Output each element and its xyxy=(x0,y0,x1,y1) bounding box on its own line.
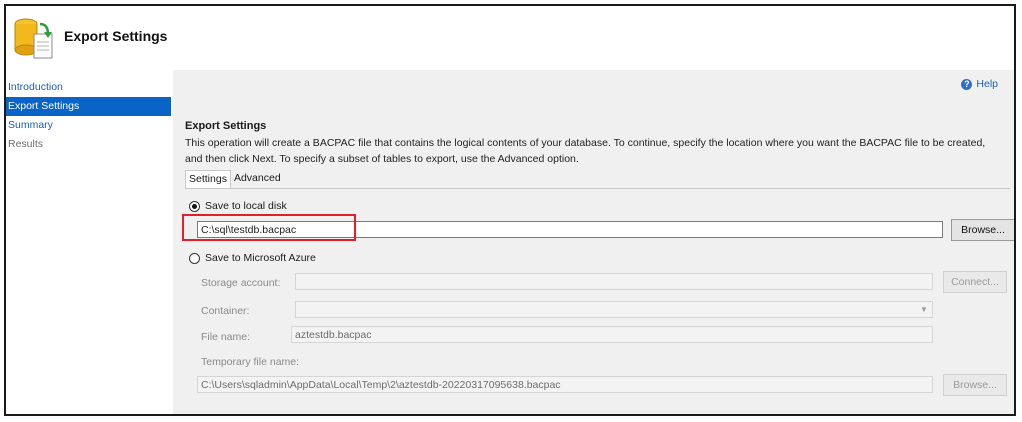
file-name-input[interactable] xyxy=(291,326,933,343)
connect-button[interactable]: Connect... xyxy=(943,271,1007,293)
container-select[interactable]: ▼ xyxy=(295,301,933,318)
wizard-sidebar: Introduction Export Settings Summary Res… xyxy=(6,70,171,414)
settings-tab-panel: Save to local disk Browse... Save to Mic… xyxy=(182,188,1014,414)
temp-file-name-label: Temporary file name: xyxy=(201,356,300,368)
sidebar-item-results: Results xyxy=(8,138,44,150)
browse-local-button[interactable]: Browse... xyxy=(951,219,1014,241)
container-label: Container: xyxy=(201,305,250,317)
settings-tabs: Settings Advanced xyxy=(185,170,284,189)
tab-advanced[interactable]: Advanced xyxy=(231,170,284,188)
temp-file-name-input[interactable] xyxy=(197,376,933,393)
browse-azure-button[interactable]: Browse... xyxy=(943,374,1007,396)
wizard-header: Export Settings xyxy=(6,6,1014,70)
sidebar-item-summary[interactable]: Summary xyxy=(6,116,171,135)
azure-label: Save to Microsoft Azure xyxy=(205,252,316,264)
help-link[interactable]: ? Help xyxy=(961,78,998,90)
chevron-down-icon: ▼ xyxy=(920,305,928,314)
tab-settings[interactable]: Settings xyxy=(185,170,231,189)
azure-radio[interactable] xyxy=(189,252,200,264)
database-export-icon xyxy=(14,18,53,59)
export-wizard-window: Export Settings Introduction Export Sett… xyxy=(4,4,1016,416)
local-path-input[interactable] xyxy=(197,221,943,238)
help-icon: ? xyxy=(961,78,973,90)
file-name-label: File name: xyxy=(201,331,251,343)
help-label: Help xyxy=(976,78,998,90)
sidebar-item-introduction[interactable]: Introduction xyxy=(6,78,171,97)
storage-account-input[interactable] xyxy=(295,273,933,290)
section-title: Export Settings xyxy=(185,120,267,132)
save-local-disk-option[interactable]: Save to local disk xyxy=(189,200,287,212)
save-azure-option[interactable]: Save to Microsoft Azure xyxy=(189,252,316,264)
settings-content: ? Help Export Settings This operation wi… xyxy=(173,70,1014,414)
section-description: This operation will create a BACPAC file… xyxy=(185,137,986,165)
local-disk-label: Save to local disk xyxy=(205,200,287,212)
local-disk-radio[interactable] xyxy=(189,200,200,212)
storage-account-label: Storage account: xyxy=(201,277,281,289)
page-title: Export Settings xyxy=(64,28,168,44)
sidebar-item-export-settings[interactable]: Export Settings xyxy=(6,97,171,116)
